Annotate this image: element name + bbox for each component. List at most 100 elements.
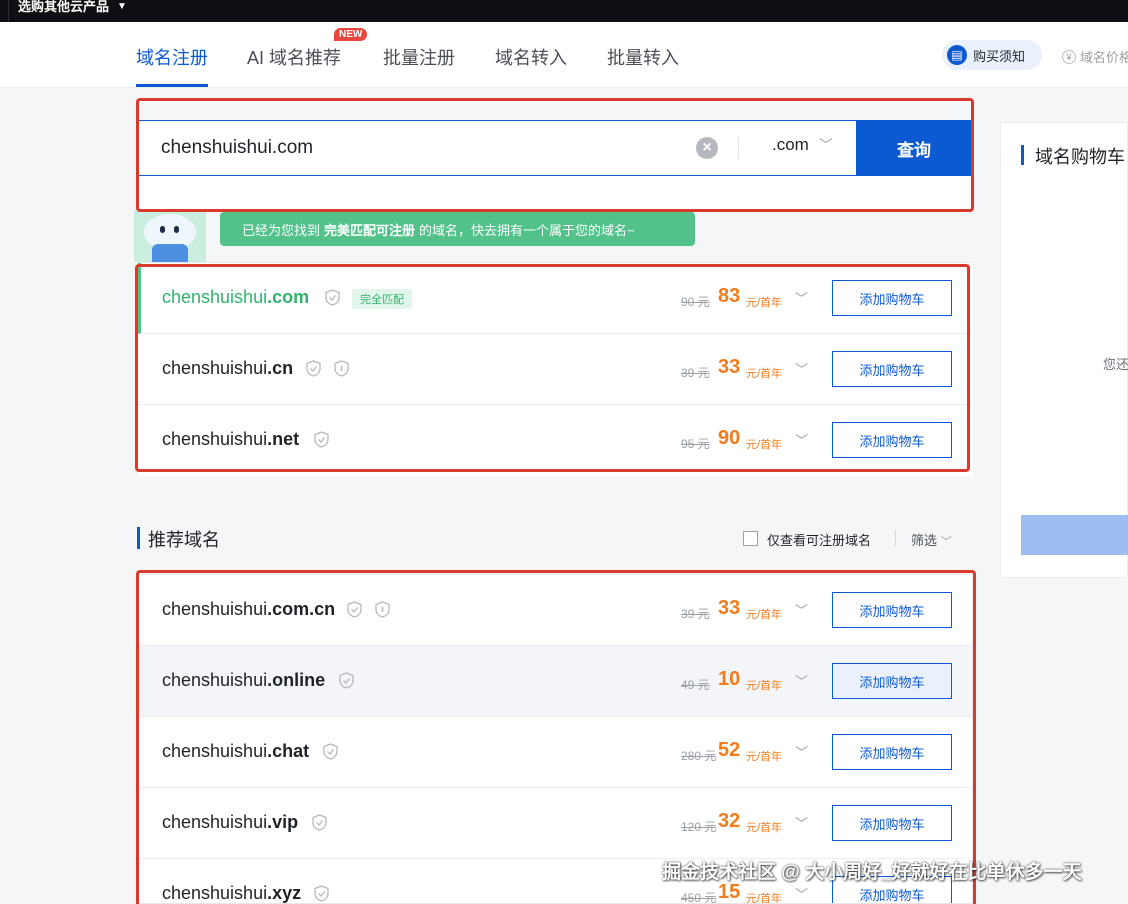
- current-price: 52: [718, 739, 741, 761]
- shield-icon: [312, 814, 327, 831]
- top-nav-divider: [8, 0, 9, 22]
- shield-icon: [325, 289, 340, 306]
- current-price: 10: [718, 668, 741, 690]
- section-marker: [137, 527, 140, 549]
- add-to-cart-button[interactable]: 添加购物车: [832, 351, 952, 387]
- domain-name: chenshuishui.chat: [162, 741, 310, 761]
- domain-name: chenshuishui.com: [162, 287, 310, 307]
- original-price: 90 元: [681, 295, 710, 309]
- shield-icon: [314, 885, 329, 902]
- domain-search-box: × .com ﹀ 查询: [137, 120, 972, 176]
- add-to-cart-button[interactable]: 添加购物车: [832, 805, 952, 841]
- filter-divider: [895, 530, 896, 546]
- original-price: 95 元: [681, 437, 710, 451]
- add-to-cart-button[interactable]: 添加购物车: [832, 280, 952, 316]
- price-unit: 元/首年: [746, 609, 783, 621]
- tab-domain-register[interactable]: 域名注册: [136, 44, 208, 70]
- chevron-down-icon: ﹀: [940, 536, 952, 548]
- product-menu-label: 选购其他云产品: [18, 0, 110, 14]
- tab-bar: 域名注册 AI 域名推荐 NEW 批量注册 域名转入 批量转入 ▤ 购买须知 ¥…: [0, 22, 1128, 88]
- original-price: 120 元: [681, 820, 717, 834]
- shield-icon: [347, 601, 362, 618]
- tab-bulk-transfer[interactable]: 批量转入: [607, 44, 679, 70]
- chevron-down-icon[interactable]: ﹀: [795, 884, 808, 903]
- original-price: 39 元: [681, 366, 710, 380]
- caret-down-icon: ▼: [117, 0, 127, 12]
- add-to-cart-button[interactable]: 添加购物车: [832, 663, 952, 699]
- search-divider: [738, 137, 739, 159]
- price-unit: 元/首年: [746, 368, 783, 380]
- current-price: 83: [718, 285, 741, 307]
- current-price: 15: [718, 881, 741, 903]
- chevron-down-icon[interactable]: ﹀: [795, 430, 808, 449]
- add-to-cart-button[interactable]: 添加购物车: [832, 592, 952, 628]
- result-row: chenshuishui.com 完全匹配 90 元 83 元/首年 ﹀ 添加购…: [138, 263, 973, 334]
- original-price: 49 元: [681, 678, 710, 692]
- tld-select[interactable]: .com ﹀: [772, 135, 833, 155]
- price-unit: 元/首年: [746, 680, 783, 692]
- domain-search-input[interactable]: [138, 121, 738, 175]
- purchase-notice-label: 购买须知: [973, 48, 1026, 64]
- filter-dropdown[interactable]: 筛选 ﹀: [911, 530, 952, 549]
- search-panel-bottom: [137, 176, 972, 210]
- original-price: 280 元: [681, 749, 717, 763]
- info-shield-icon: [375, 601, 390, 618]
- domain-name: chenshuishui.vip: [162, 812, 299, 832]
- shield-icon: [323, 743, 338, 760]
- chevron-down-icon[interactable]: ﹀: [795, 600, 808, 619]
- price-unit: 元/首年: [746, 822, 783, 834]
- section-marker: [1021, 145, 1024, 165]
- recommend-header: 推荐域名 仅查看可注册域名 筛选 ﹀: [137, 520, 973, 560]
- tld-select-value: .com: [772, 135, 809, 154]
- recommend-row: chenshuishui.online 49 元 10 元/首年 ﹀ 添加购物车: [138, 646, 972, 717]
- price-unit: 元/首年: [746, 297, 783, 309]
- chevron-down-icon[interactable]: ﹀: [795, 671, 808, 690]
- search-button[interactable]: 查询: [856, 120, 972, 176]
- add-to-cart-button[interactable]: 添加购物车: [832, 422, 952, 458]
- tab-domain-transfer[interactable]: 域名转入: [495, 44, 567, 70]
- shield-icon: [339, 672, 354, 689]
- cart-empty-text: 您还: [1103, 357, 1128, 372]
- checkout-button[interactable]: [1021, 515, 1128, 555]
- info-shield-icon: [334, 360, 349, 377]
- tab-ai-recommend[interactable]: AI 域名推荐: [247, 44, 341, 70]
- top-nav-bar: 选购其他云产品 ▼: [0, 0, 1128, 22]
- domain-name: chenshuishui.cn: [162, 358, 294, 378]
- price-unit: 元/首年: [746, 751, 783, 763]
- available-only-checkbox[interactable]: [743, 531, 758, 546]
- current-price: 33: [718, 356, 741, 378]
- shield-icon: [306, 360, 321, 377]
- tip-highlight: 完美匹配可注册: [324, 222, 416, 238]
- current-price: 33: [718, 597, 741, 619]
- domain-price-link[interactable]: ¥ 域名价格: [1062, 47, 1128, 66]
- available-only-label[interactable]: 仅查看可注册域名: [767, 530, 871, 549]
- product-menu[interactable]: 选购其他云产品 ▼: [18, 0, 127, 15]
- chevron-down-icon[interactable]: ﹀: [795, 288, 808, 307]
- recommend-list: chenshuishui.com.cn 39 元 33 元/首年 ﹀ 添加购物车…: [137, 574, 973, 904]
- price-unit: 元/首年: [746, 893, 783, 904]
- search-results-list: chenshuishui.com 完全匹配 90 元 83 元/首年 ﹀ 添加购…: [137, 262, 973, 476]
- exact-match-tag: 完全匹配: [352, 289, 412, 309]
- chevron-down-icon: ﹀: [818, 137, 833, 153]
- clear-icon[interactable]: ×: [696, 137, 718, 159]
- purchase-notice-button[interactable]: ▤ 购买须知: [942, 40, 1042, 70]
- current-price: 90: [718, 427, 741, 449]
- chevron-down-icon[interactable]: ﹀: [795, 359, 808, 378]
- domain-name: chenshuishui.xyz: [162, 883, 302, 903]
- chevron-down-icon[interactable]: ﹀: [795, 813, 808, 832]
- result-row: chenshuishui.cn 39 元 33 元/首年 ﹀ 添加购物车: [138, 334, 973, 405]
- chevron-down-icon[interactable]: ﹀: [795, 742, 808, 761]
- tab-bulk-register[interactable]: 批量注册: [383, 44, 455, 70]
- shield-icon: [314, 431, 329, 448]
- add-to-cart-button[interactable]: 添加购物车: [832, 734, 952, 770]
- recommend-row: chenshuishui.chat 280 元 52 元/首年 ﹀ 添加购物车: [138, 717, 972, 788]
- original-price: 39 元: [681, 607, 710, 621]
- result-row: chenshuishui.net 95 元 90 元/首年 ﹀ 添加购物车: [138, 405, 973, 476]
- tab-active-indicator: [136, 84, 208, 87]
- recommend-row: chenshuishui.vip 120 元 32 元/首年 ﹀ 添加购物车: [138, 788, 972, 859]
- domain-name: chenshuishui.net: [162, 429, 300, 449]
- tip-suffix: 的域名，快去拥有一个属于您的域名~: [419, 222, 635, 238]
- cart-title: 域名购物车: [1035, 147, 1125, 167]
- new-badge: NEW: [334, 28, 368, 41]
- document-icon: ▤: [947, 45, 967, 65]
